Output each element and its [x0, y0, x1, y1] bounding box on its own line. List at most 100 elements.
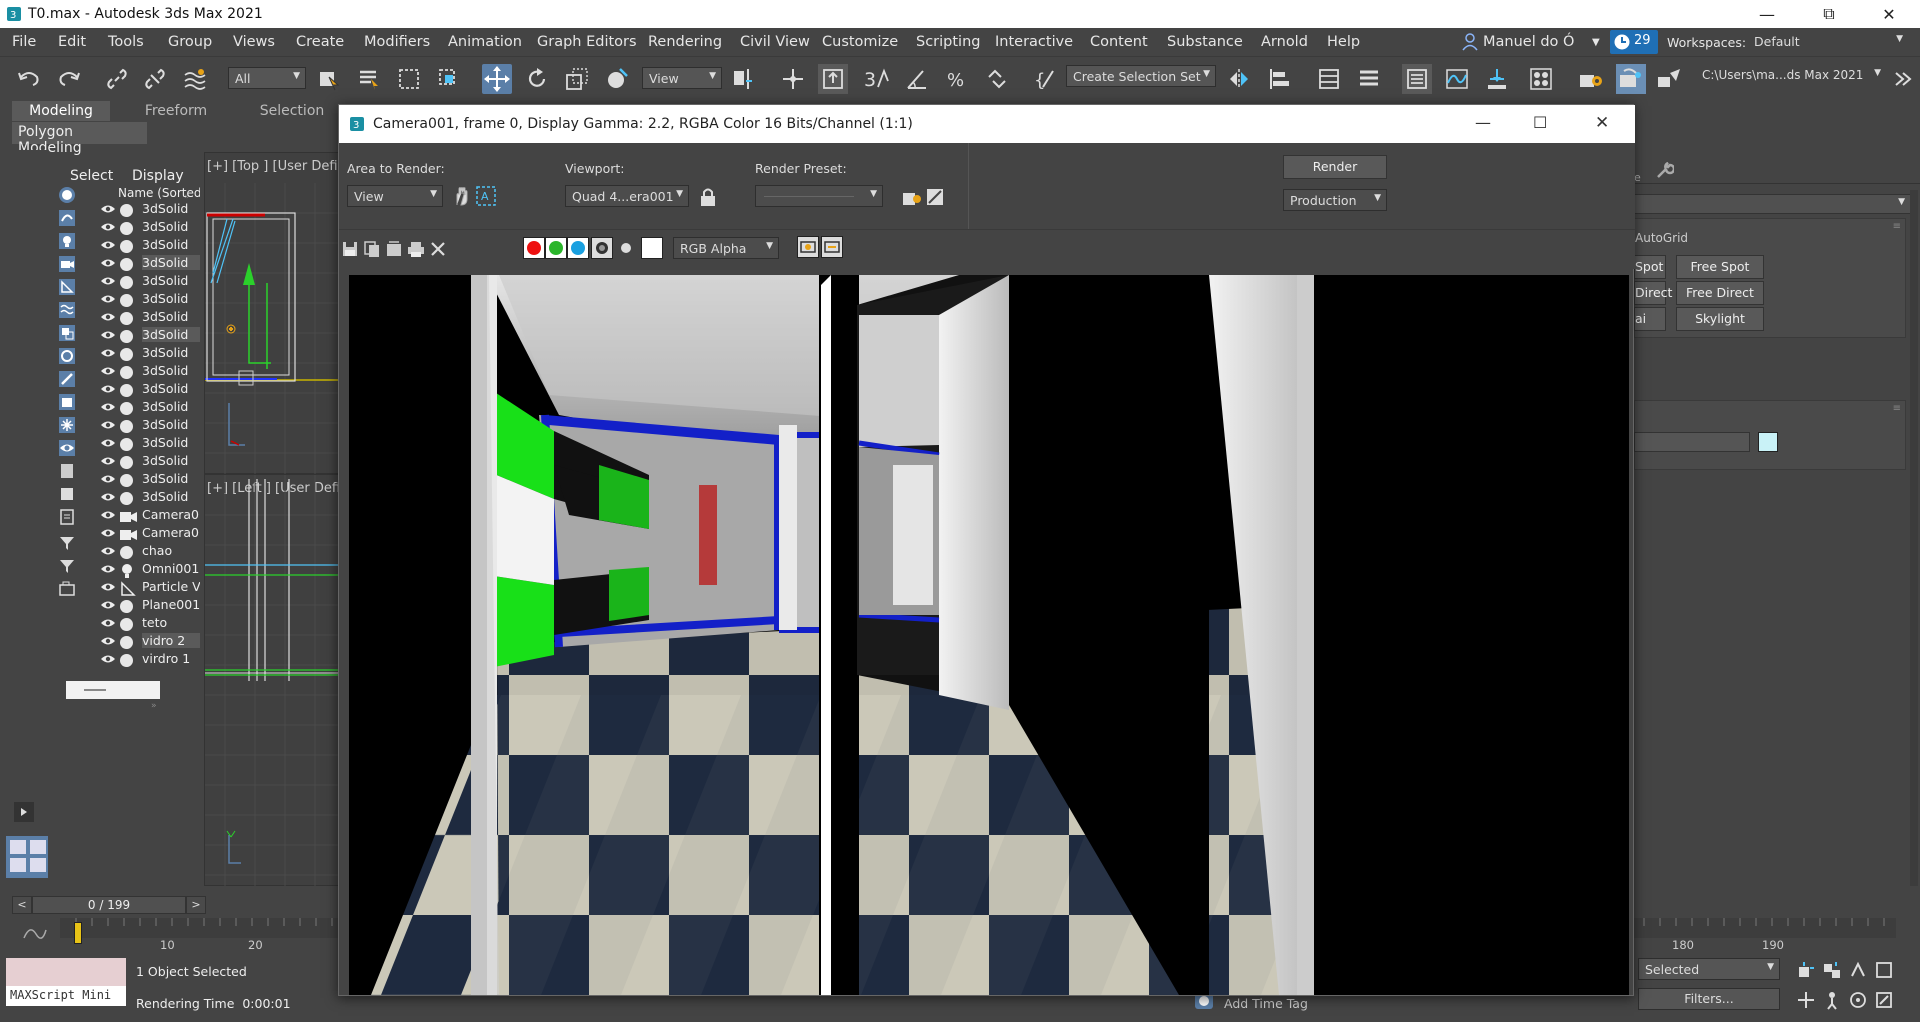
- display-overlay-icon[interactable]: [797, 236, 819, 258]
- menu-scripting[interactable]: Scripting: [916, 34, 980, 50]
- material-editor-icon[interactable]: [1526, 64, 1556, 94]
- tab-modeling[interactable]: Modeling: [12, 101, 110, 121]
- tab-select[interactable]: Select: [70, 168, 113, 184]
- visibility-eye-icon[interactable]: [100, 654, 116, 664]
- list-item[interactable]: 3dSolid: [48, 434, 200, 452]
- filters-button[interactable]: Filters...: [1638, 988, 1780, 1010]
- visibility-eye-icon[interactable]: [100, 402, 116, 412]
- menu-civil-view[interactable]: Civil View: [740, 34, 810, 50]
- rotate-icon[interactable]: [522, 64, 552, 94]
- free-spot-button[interactable]: Free Spot: [1676, 255, 1764, 279]
- menu-rendering[interactable]: Rendering: [648, 34, 722, 50]
- menu-help[interactable]: Help: [1327, 34, 1360, 50]
- redo-icon[interactable]: [54, 64, 84, 94]
- menu-interactive[interactable]: Interactive: [995, 34, 1073, 50]
- tab-selection[interactable]: Selection: [244, 101, 340, 121]
- visibility-eye-icon[interactable]: [100, 492, 116, 502]
- list-item[interactable]: 3dSolid: [48, 272, 200, 290]
- time-slider[interactable]: 0 / 199: [32, 896, 186, 914]
- render-setup-icon[interactable]: [1576, 64, 1606, 94]
- list-item[interactable]: 3dSolid: [48, 218, 200, 236]
- toggle-ui-icon[interactable]: [821, 236, 843, 258]
- bind-spacewarp-icon[interactable]: [180, 64, 210, 94]
- ref-coord-dropdown[interactable]: View ▼: [642, 67, 722, 89]
- minimize-button[interactable]: —: [1744, 0, 1790, 28]
- visibility-eye-icon[interactable]: [100, 384, 116, 394]
- percent-snap-icon[interactable]: %: [942, 64, 972, 94]
- command-panel-scrollbar[interactable]: [1910, 190, 1918, 890]
- rectangular-selection-icon[interactable]: [394, 64, 424, 94]
- close-button[interactable]: ✕: [1866, 0, 1912, 28]
- visibility-eye-icon[interactable]: [100, 582, 116, 592]
- list-item[interactable]: chao: [48, 542, 200, 560]
- rw-close-button[interactable]: ✕: [1595, 113, 1609, 133]
- align-icon[interactable]: [1264, 64, 1294, 94]
- list-item[interactable]: 3dSolid: [48, 254, 200, 272]
- select-manipulate-icon[interactable]: [778, 64, 808, 94]
- list-item[interactable]: 3dSolid: [48, 452, 200, 470]
- list-item[interactable]: vidro 2: [48, 632, 200, 650]
- visibility-eye-icon[interactable]: [100, 564, 116, 574]
- visibility-eye-icon[interactable]: [100, 294, 116, 304]
- scene-explorer-toggle-icon[interactable]: [1402, 64, 1432, 94]
- menu-edit[interactable]: Edit: [58, 34, 86, 50]
- layer-explorer-icon[interactable]: [1314, 64, 1344, 94]
- column-header-name[interactable]: Name (Sorted Asce: [118, 186, 200, 200]
- window-crossing-icon[interactable]: [434, 64, 464, 94]
- visibility-eye-icon[interactable]: [100, 240, 116, 250]
- menu-arnold[interactable]: Arnold: [1261, 34, 1308, 50]
- snaps-toggle-icon[interactable]: 3: [862, 64, 892, 94]
- orbit-icon[interactable]: [1848, 990, 1868, 1010]
- ai-light-button[interactable]: ai: [1634, 307, 1666, 331]
- list-item[interactable]: virdro 1: [48, 650, 200, 668]
- menu-modifiers[interactable]: Modifiers: [364, 34, 430, 50]
- visibility-eye-icon[interactable]: [100, 222, 116, 232]
- mirror-icon[interactable]: [1224, 64, 1254, 94]
- list-item[interactable]: 3dSolid: [48, 416, 200, 434]
- visibility-eye-icon[interactable]: [100, 276, 116, 286]
- menu-views[interactable]: Views: [233, 34, 275, 50]
- viewport-left[interactable]: [+] [Left ] [User Defi: [204, 474, 341, 887]
- object-color-swatch[interactable]: [1758, 432, 1778, 452]
- pan-view-icon[interactable]: [1796, 990, 1816, 1010]
- unlink-icon[interactable]: [140, 64, 170, 94]
- explorer-search-field[interactable]: [66, 681, 160, 699]
- object-name-field[interactable]: [1634, 432, 1750, 452]
- toolbar-overflow-icon[interactable]: [1888, 64, 1918, 94]
- rw-maximize-button[interactable]: ☐: [1533, 113, 1547, 132]
- field-of-view-icon[interactable]: [1848, 960, 1868, 980]
- visibility-eye-icon[interactable]: [100, 456, 116, 466]
- tab-freeform[interactable]: Freeform: [128, 101, 224, 121]
- track-bar[interactable]: [60, 918, 340, 944]
- list-item[interactable]: Camera0: [48, 506, 200, 524]
- menu-customize[interactable]: Customize: [822, 34, 898, 50]
- direct-light-button[interactable]: Direct: [1634, 281, 1672, 305]
- zoom-extents-icon[interactable]: [1796, 960, 1816, 980]
- walk-through-icon[interactable]: [1822, 990, 1842, 1010]
- list-item[interactable]: 3dSolid: [48, 362, 200, 380]
- curve-editor-icon[interactable]: [1442, 64, 1472, 94]
- user-dropdown-icon[interactable]: ▼: [1592, 37, 1600, 48]
- angle-snap-icon[interactable]: [902, 64, 932, 94]
- render-setup-small-icon[interactable]: [901, 187, 923, 207]
- add-time-tag[interactable]: Add Time Tag: [1224, 996, 1308, 1011]
- viewport-layout-icon[interactable]: [6, 836, 50, 878]
- alpha-channel-toggle[interactable]: [591, 237, 613, 259]
- auto-region-icon[interactable]: A: [475, 185, 497, 207]
- list-item[interactable]: 3dSolid: [48, 308, 200, 326]
- production-dropdown[interactable]: Production ▼: [1283, 189, 1387, 211]
- edit-region-hand-icon[interactable]: [451, 185, 473, 207]
- monochrome-toggle-icon[interactable]: [617, 239, 635, 257]
- visibility-eye-icon[interactable]: [100, 204, 116, 214]
- mini-curve-editor-icon[interactable]: [22, 924, 48, 942]
- copy-image-icon[interactable]: [363, 240, 381, 258]
- time-marker[interactable]: [74, 922, 82, 944]
- maxscript-mini-input[interactable]: MAXScript Mini: [6, 986, 126, 1006]
- time-slider-prev[interactable]: <: [12, 896, 32, 914]
- select-by-name-icon[interactable]: [354, 64, 384, 94]
- visibility-eye-icon[interactable]: [100, 348, 116, 358]
- list-item[interactable]: 3dSolid: [48, 326, 200, 344]
- workspace-dropdown[interactable]: Default ▼: [1748, 31, 1908, 53]
- list-item[interactable]: 3dSolid: [48, 398, 200, 416]
- list-item[interactable]: Omni001: [48, 560, 200, 578]
